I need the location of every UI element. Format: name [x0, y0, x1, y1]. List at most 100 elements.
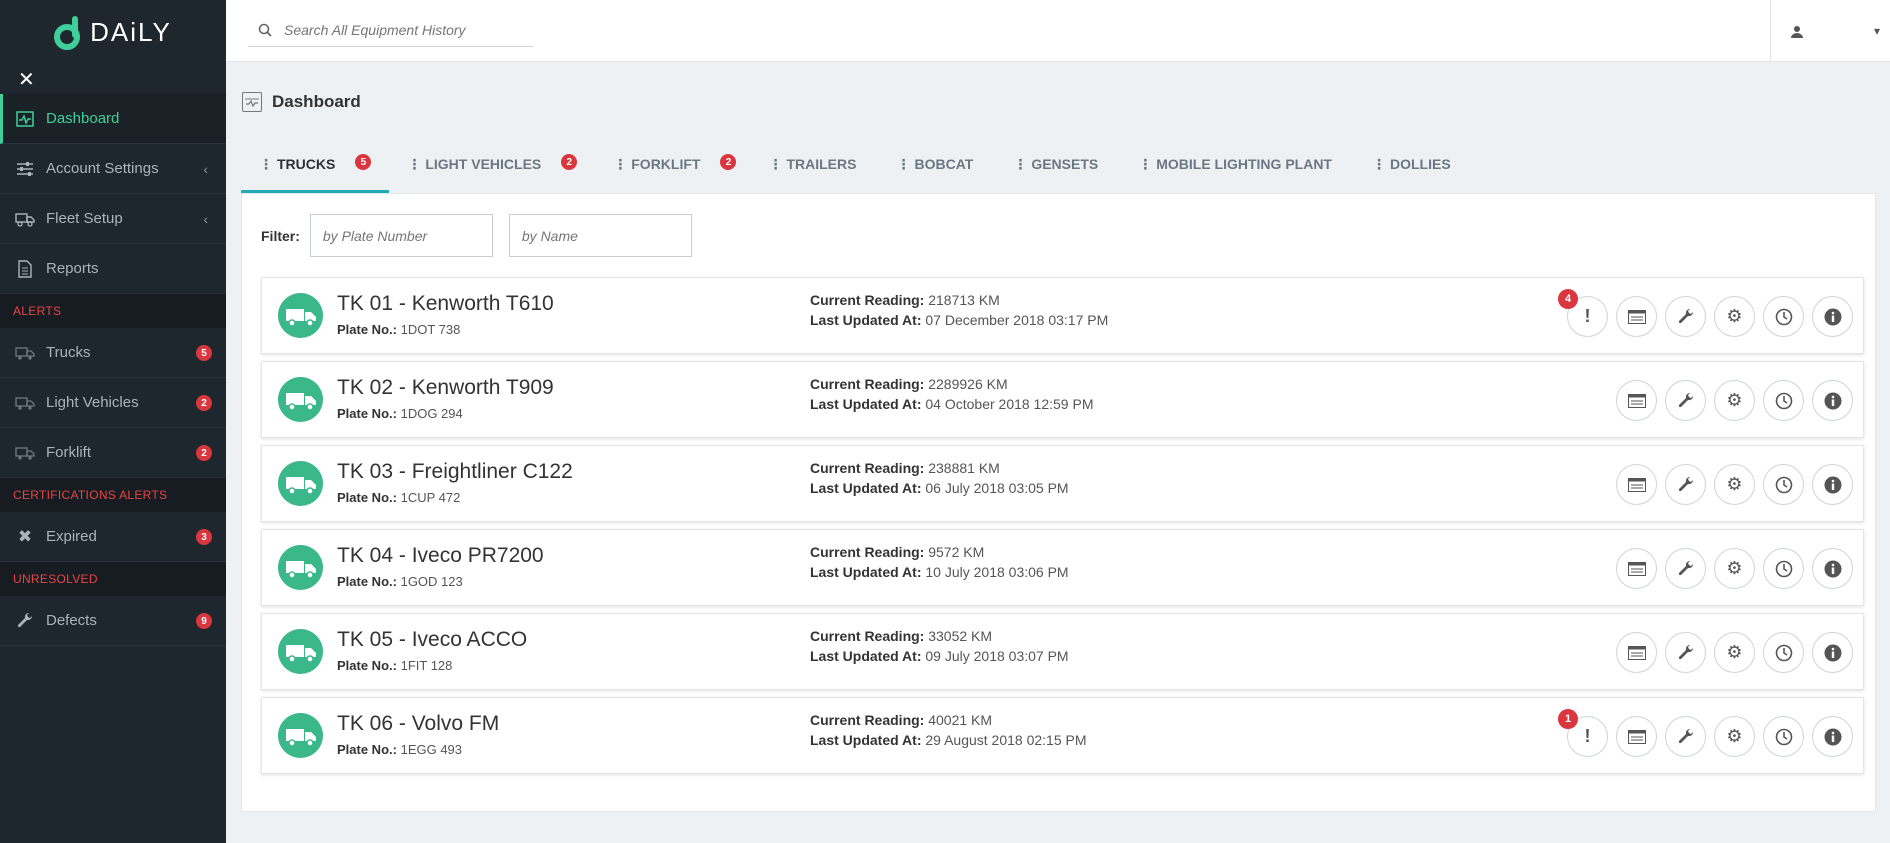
- tab-bobcat[interactable]: ⋮ BOBCAT: [874, 146, 991, 193]
- vehicle-row[interactable]: TK 01 - Kenworth T610 Plate No.: 1DOT 73…: [261, 277, 1864, 354]
- exclamation-icon: !: [1584, 726, 1591, 746]
- settings-button[interactable]: ⚙: [1714, 716, 1755, 757]
- reading-info: Current Reading: 33052 KM Last Updated A…: [810, 626, 1069, 666]
- info-button[interactable]: [1812, 464, 1853, 505]
- logo-d-icon: [54, 16, 81, 50]
- info-button[interactable]: [1812, 548, 1853, 589]
- plate-number-filter-input[interactable]: [309, 214, 493, 257]
- equipment-tabs: ⋮ TRUCKS 5 ⋮ LIGHT VEHICLES 2 ⋮ FORKLIFT…: [241, 146, 1469, 193]
- tab-trucks[interactable]: ⋮ TRUCKS 5: [241, 146, 390, 193]
- log-button[interactable]: [1616, 632, 1657, 673]
- alerts-button[interactable]: 4 !: [1558, 289, 1608, 337]
- vehicle-name[interactable]: TK 02 - Kenworth T909: [337, 376, 554, 400]
- tab-gensets[interactable]: ⋮ GENSETS: [991, 146, 1116, 193]
- vehicle-name[interactable]: TK 04 - Iveco PR7200: [337, 544, 544, 568]
- log-button[interactable]: [1616, 380, 1657, 421]
- log-button[interactable]: [1616, 296, 1657, 337]
- wrench-icon: [1678, 476, 1693, 491]
- settings-button[interactable]: ⚙: [1714, 548, 1755, 589]
- settings-button[interactable]: ⚙: [1714, 632, 1755, 673]
- history-button[interactable]: [1763, 632, 1804, 673]
- service-button[interactable]: [1665, 632, 1706, 673]
- vehicle-name[interactable]: TK 01 - Kenworth T610: [337, 292, 554, 316]
- drag-dots-icon: ⋮: [613, 156, 628, 172]
- sidebar-item-expired[interactable]: ✖ Expired 3: [0, 512, 226, 562]
- info-button[interactable]: [1812, 716, 1853, 757]
- info-button[interactable]: [1812, 380, 1853, 421]
- chevron-down-icon: ▾: [1873, 24, 1880, 38]
- sidebar-item-light-vehicles-alerts[interactable]: Light Vehicles 2: [0, 378, 226, 428]
- sidebar-item-reports[interactable]: Reports: [0, 244, 226, 294]
- current-reading-label: Current Reading:: [810, 712, 925, 728]
- row-actions: 1 ! ⚙: [1558, 709, 1853, 757]
- logo[interactable]: DAiLY: [0, 0, 226, 64]
- count-badge: 5: [196, 345, 212, 361]
- info-icon: [1824, 644, 1841, 661]
- vehicle-row[interactable]: TK 04 - Iveco PR7200 Plate No.: 1GOD 123…: [261, 529, 1864, 606]
- search-box[interactable]: [248, 14, 533, 47]
- service-button[interactable]: [1665, 548, 1706, 589]
- settings-button[interactable]: ⚙: [1714, 296, 1755, 337]
- sidebar-item-account-settings[interactable]: Account Settings ‹: [0, 144, 226, 194]
- wrench-icon: [1678, 308, 1693, 323]
- tab-dollies[interactable]: ⋮ DOLLIES: [1350, 146, 1469, 193]
- plate-value: 1CUP 472: [400, 490, 461, 505]
- tab-label: FORKLIFT: [631, 156, 701, 172]
- log-button[interactable]: [1616, 716, 1657, 757]
- service-button[interactable]: [1665, 464, 1706, 505]
- truck-icon: [14, 343, 36, 363]
- history-button[interactable]: [1763, 548, 1804, 589]
- service-button[interactable]: [1665, 716, 1706, 757]
- service-button[interactable]: [1665, 380, 1706, 421]
- settings-button[interactable]: ⚙: [1714, 380, 1755, 421]
- service-button[interactable]: [1665, 296, 1706, 337]
- reading-info: Current Reading: 2289926 KM Last Updated…: [810, 374, 1093, 414]
- sidebar-item-defects[interactable]: Defects 9: [0, 596, 226, 646]
- name-filter-input[interactable]: [508, 214, 692, 257]
- tab-forklift[interactable]: ⋮ FORKLIFT 2: [595, 146, 754, 193]
- history-button[interactable]: [1763, 716, 1804, 757]
- row-actions: ⚙: [1616, 632, 1853, 673]
- count-badge: 2: [196, 445, 212, 461]
- alerts-button[interactable]: 1 !: [1558, 709, 1608, 757]
- plate-label: Plate No.:: [337, 658, 397, 673]
- row-actions: ⚙: [1616, 380, 1853, 421]
- info-button[interactable]: [1812, 296, 1853, 337]
- history-button[interactable]: [1763, 380, 1804, 421]
- clock-icon: [1775, 728, 1792, 745]
- sidebar-item-label: Fleet Setup: [46, 210, 123, 227]
- tab-mobile-lighting-plant[interactable]: ⋮ MOBILE LIGHTING PLANT: [1116, 146, 1350, 193]
- sidebar-item-label: Defects: [46, 612, 97, 629]
- vehicle-name[interactable]: TK 06 - Volvo FM: [337, 712, 499, 736]
- vehicle-name[interactable]: TK 03 - Freightliner C122: [337, 460, 573, 484]
- log-button[interactable]: [1616, 464, 1657, 505]
- clock-icon: [1775, 644, 1792, 661]
- user-menu[interactable]: ▾: [1770, 0, 1890, 62]
- page-title-text: Dashboard: [272, 92, 361, 111]
- history-button[interactable]: [1763, 464, 1804, 505]
- vehicle-row[interactable]: TK 02 - Kenworth T909 Plate No.: 1DOG 29…: [261, 361, 1864, 438]
- truck-icon: [14, 393, 36, 413]
- top-bar: ▾: [226, 0, 1890, 62]
- vehicle-row[interactable]: TK 05 - Iveco ACCO Plate No.: 1FIT 128 C…: [261, 613, 1864, 690]
- tab-trailers[interactable]: ⋮ TRAILERS: [754, 146, 874, 193]
- sidebar-item-trucks-alerts[interactable]: Trucks 5: [0, 328, 226, 378]
- truck-gear-icon: [14, 209, 36, 229]
- vehicle-row[interactable]: TK 03 - Freightliner C122 Plate No.: 1CU…: [261, 445, 1864, 522]
- sidebar-item-forklift-alerts[interactable]: Forklift 2: [0, 428, 226, 478]
- vehicle-row[interactable]: TK 06 - Volvo FM Plate No.: 1EGG 493 Cur…: [261, 697, 1864, 774]
- settings-button[interactable]: ⚙: [1714, 464, 1755, 505]
- log-button[interactable]: [1616, 548, 1657, 589]
- history-button[interactable]: [1763, 296, 1804, 337]
- drag-dots-icon: ⋮: [768, 156, 783, 172]
- truck-avatar-icon: [278, 293, 323, 338]
- search-input[interactable]: [284, 22, 524, 38]
- sidebar-item-dashboard[interactable]: Dashboard: [0, 94, 226, 144]
- vehicle-list-panel: Filter: TK 01 - Kenworth T610 Plate No.:…: [241, 193, 1876, 812]
- logo-text: DAiLY: [90, 16, 172, 47]
- info-button[interactable]: [1812, 632, 1853, 673]
- tab-light-vehicles[interactable]: ⋮ LIGHT VEHICLES 2: [389, 146, 595, 193]
- close-sidebar-button[interactable]: ✕: [0, 64, 226, 94]
- sidebar-item-fleet-setup[interactable]: Fleet Setup ‹: [0, 194, 226, 244]
- vehicle-name[interactable]: TK 05 - Iveco ACCO: [337, 628, 527, 652]
